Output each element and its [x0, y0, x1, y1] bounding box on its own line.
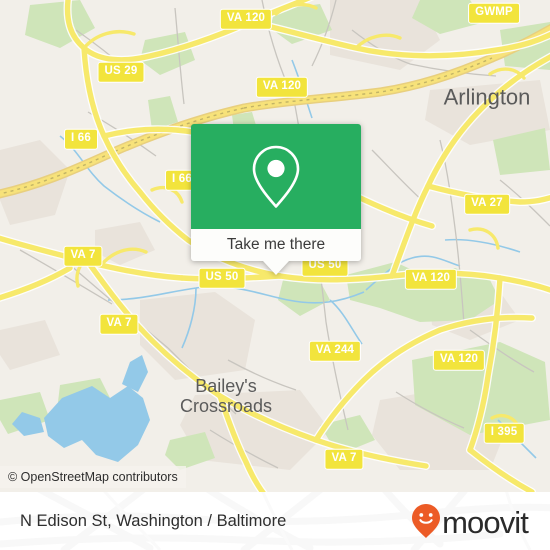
road-shield-va-244: VA 244 [308, 340, 362, 362]
place-label-baileys-crossroads: Bailey's Crossroads [180, 376, 272, 416]
callout-icon-area [191, 124, 361, 229]
road-shield-va-27: VA 27 [464, 193, 510, 215]
moovit-map-screenshot: Arlington Bailey's Crossroads VA 120 GWM… [0, 0, 550, 550]
callout-pointer-tail [263, 261, 289, 275]
map-pin-icon [252, 145, 300, 208]
take-me-there-label: Take me there [226, 236, 326, 253]
road-shield-gwmp: GWMP [468, 2, 520, 24]
road-shield-va-120: VA 120 [255, 76, 309, 98]
road-shield-va-7: VA 7 [63, 245, 103, 267]
osm-attribution-text: © OpenStreetMap contributors [8, 470, 178, 484]
place-label-arlington: Arlington [443, 84, 531, 110]
road-shield-va-7: VA 7 [99, 313, 139, 335]
moovit-smile-pin-icon [412, 504, 441, 538]
road-shield-us-29: US 29 [97, 61, 145, 83]
road-shield-i-395: I 395 [483, 422, 525, 444]
footer-location-title: N Edison St, Washington / Baltimore [20, 511, 287, 530]
road-shield-va-7: VA 7 [324, 448, 364, 470]
road-shield-va-120: VA 120 [404, 268, 458, 290]
moovit-logo[interactable]: moovit [411, 503, 529, 540]
moovit-wordmark: moovit [442, 504, 529, 540]
road-shield-i-66: I 66 [64, 128, 98, 150]
road-shield-va-120: VA 120 [219, 8, 273, 30]
road-shield-us-50: US 50 [198, 267, 246, 289]
osm-attribution[interactable]: © OpenStreetMap contributors [0, 466, 186, 488]
place-label-line: Bailey's [195, 375, 257, 396]
road-shield-va-120: VA 120 [432, 349, 486, 371]
footer-content: N Edison St, Washington / Baltimore moov… [0, 492, 550, 550]
place-label-line: Crossroads [179, 396, 273, 416]
take-me-there-button[interactable]: Take me there [191, 229, 361, 261]
footer-bar: N Edison St, Washington / Baltimore moov… [0, 492, 550, 550]
location-callout-card[interactable]: Take me there [191, 124, 361, 275]
map-canvas[interactable]: Arlington Bailey's Crossroads VA 120 GWM… [0, 0, 550, 492]
